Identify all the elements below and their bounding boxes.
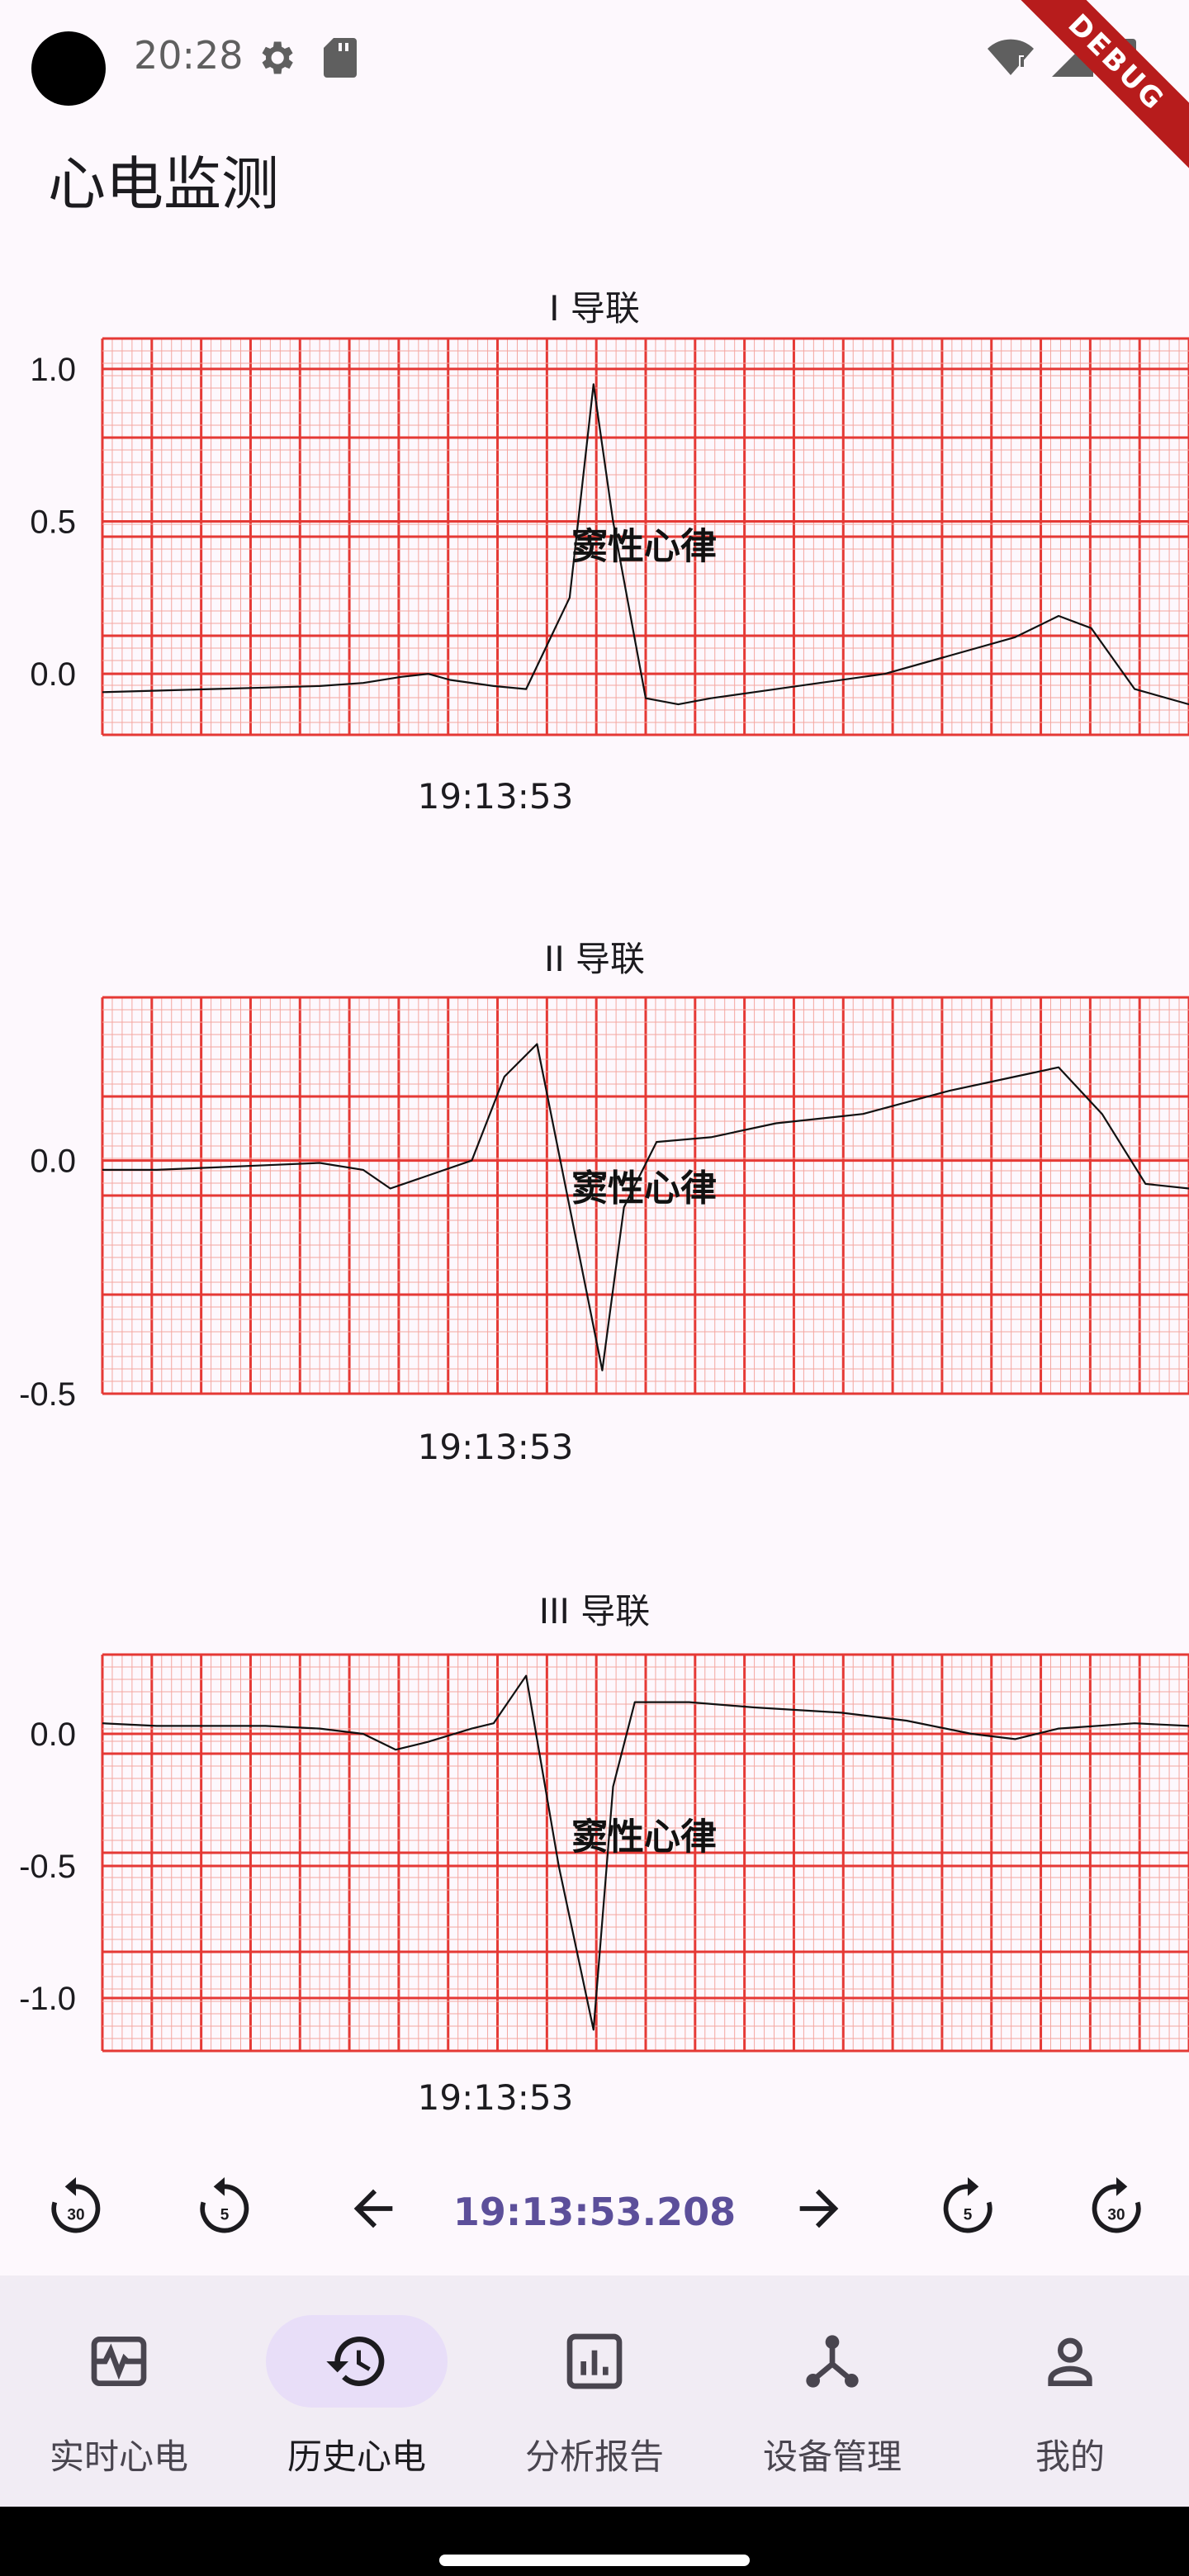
nav-label: 实时心电	[49, 2436, 188, 2477]
svg-text:5: 5	[964, 2206, 973, 2223]
home-indicator[interactable]	[439, 2555, 750, 2566]
time-axis-label: 19:13:53	[417, 2077, 574, 2118]
rewind-30-button[interactable]: 30	[35, 2167, 117, 2250]
nav-label: 我的	[1035, 2436, 1105, 2477]
bottom-navigation: 实时心电 历史心电 分析报告 设备管理 我的	[0, 2275, 1189, 2507]
replay-5-icon: 5	[200, 2177, 249, 2233]
y-tick-label: -1.0	[19, 1981, 76, 2017]
status-bar: 20:28 DEBUG	[0, 0, 1189, 173]
nav-item-realtime-ecg[interactable]: 实时心电	[0, 2275, 238, 2507]
y-tick-label: 0.0	[30, 656, 76, 693]
page-title: 心电监测	[48, 150, 279, 218]
forward-30-button[interactable]: 30	[1075, 2167, 1158, 2250]
realtime-ecg-icon	[91, 2337, 147, 2386]
nav-label: 历史心电	[287, 2436, 426, 2477]
lead-title: II 导联	[543, 939, 646, 979]
ecg-chart-lead-2[interactable]: 0.0 -0.5 窦性心律	[0, 981, 1189, 1460]
person-icon	[1048, 2337, 1092, 2386]
ecg-chart-lead-1[interactable]: 1.0 0.5 0.0 窦性心律	[0, 322, 1189, 801]
y-tick-label: -0.5	[19, 1376, 76, 1413]
ecg-chart-lead-3[interactable]: 0.0 -0.5 -1.0 窦性心律	[0, 1638, 1189, 2117]
debug-label: DEBUG	[1007, 0, 1189, 173]
y-tick-label: 0.0	[30, 1717, 76, 1753]
svg-text:30: 30	[67, 2206, 84, 2223]
history-icon	[326, 2337, 385, 2386]
y-tick-label: -0.5	[19, 1849, 76, 1885]
nav-item-device-management[interactable]: 设备管理	[713, 2275, 951, 2507]
previous-button[interactable]	[332, 2167, 414, 2250]
nav-item-analysis-report[interactable]: 分析报告	[476, 2275, 713, 2507]
time-axis-label: 19:13:53	[417, 776, 574, 817]
replay-30-icon: 30	[51, 2177, 101, 2233]
svg-text:30: 30	[1107, 2206, 1125, 2223]
status-time: 20:28	[134, 33, 244, 78]
report-icon	[566, 2333, 623, 2389]
arrow-left-icon	[353, 2189, 393, 2228]
settings-gear-icon	[262, 41, 293, 74]
y-tick-label: 0.0	[30, 1144, 76, 1180]
sd-card-icon	[324, 38, 357, 78]
forward-30-icon: 30	[1092, 2177, 1141, 2233]
lead-title: III 导联	[538, 1591, 651, 1631]
rewind-5-button[interactable]: 5	[183, 2167, 266, 2250]
forward-5-icon: 5	[943, 2177, 992, 2233]
arrow-right-icon	[799, 2189, 839, 2228]
rhythm-annotation: 窦性心律	[571, 1167, 717, 1210]
nav-item-profile[interactable]: 我的	[951, 2275, 1189, 2507]
debug-banner: DEBUG	[1007, 0, 1189, 182]
forward-5-button[interactable]: 5	[926, 2167, 1009, 2250]
playback-current-time: 19:13:53.208	[452, 2190, 737, 2234]
time-axis-label: 19:13:53	[417, 1427, 574, 1467]
rhythm-annotation: 窦性心律	[571, 1816, 717, 1859]
y-tick-label: 0.5	[30, 504, 76, 541]
camera-cutout	[31, 31, 106, 106]
device-icon	[806, 2335, 859, 2388]
playback-controls: 30 5 19:13:53.208 5 30	[0, 2155, 1189, 2262]
nav-label: 设备管理	[762, 2436, 902, 2477]
rhythm-annotation: 窦性心律	[571, 526, 717, 568]
next-button[interactable]	[778, 2167, 860, 2250]
y-tick-label: 1.0	[30, 352, 76, 388]
svg-text:5: 5	[220, 2206, 230, 2223]
nav-item-history-ecg[interactable]: 历史心电	[238, 2275, 476, 2507]
nav-label: 分析报告	[524, 2436, 664, 2477]
